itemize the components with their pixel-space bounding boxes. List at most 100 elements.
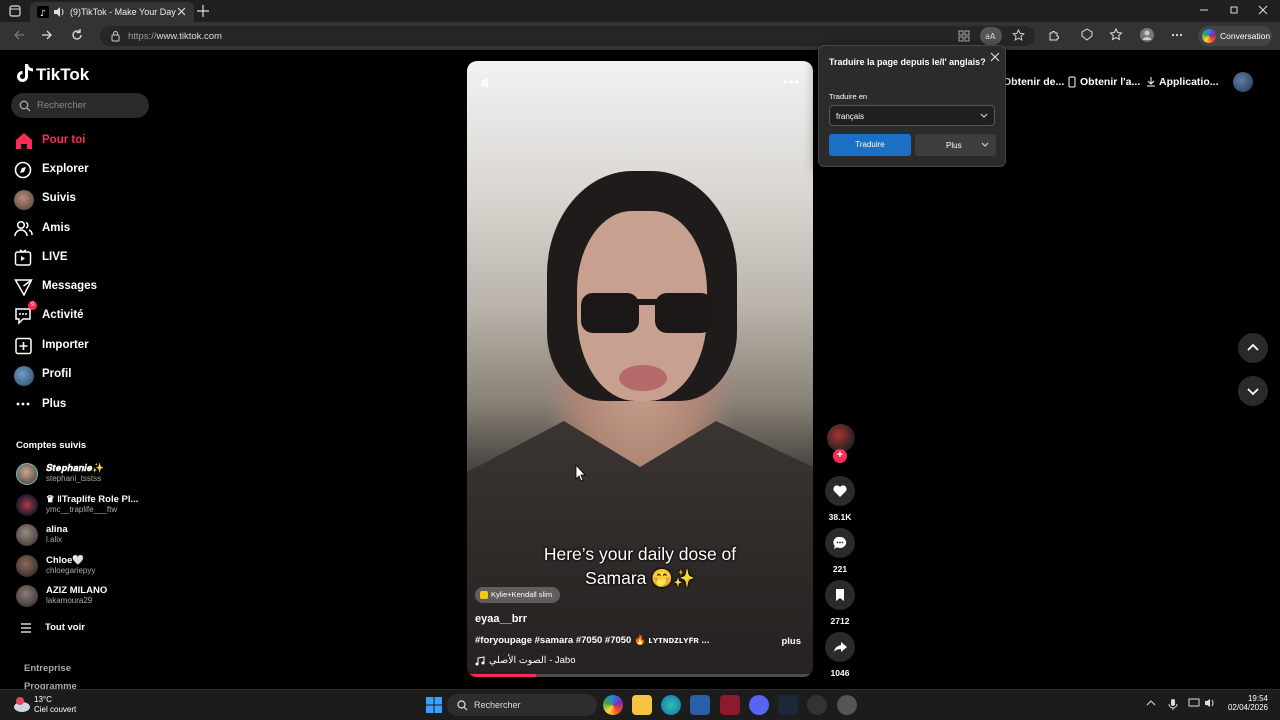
tiktok-logo-text[interactable]: TikTok — [36, 65, 89, 85]
copilot-conversation-button[interactable]: Conversation — [1198, 26, 1272, 46]
forward-icon[interactable] — [40, 28, 54, 42]
chevron-down-icon — [981, 142, 989, 147]
network-icon[interactable] — [1188, 698, 1200, 708]
refresh-icon[interactable] — [70, 28, 84, 42]
app-available-icon[interactable] — [958, 30, 970, 42]
video-progress-bar[interactable] — [467, 674, 813, 677]
list-icon — [21, 623, 31, 633]
steam-icon[interactable] — [778, 695, 798, 715]
volume-icon[interactable] — [1204, 698, 1216, 708]
language-select[interactable]: français — [829, 105, 995, 126]
account-avatar — [16, 494, 38, 516]
microphone-icon[interactable] — [1168, 698, 1178, 710]
maximize-icon[interactable] — [1228, 4, 1240, 16]
nav-profile[interactable]: Profil — [14, 363, 154, 387]
next-video-button[interactable] — [1238, 376, 1268, 406]
comment-button[interactable]: 221 — [825, 528, 855, 574]
search-input[interactable]: Rechercher — [11, 93, 149, 118]
address-bar-row: https://www.tiktok.com aA Conversation — [0, 22, 1280, 50]
cloud-icon — [14, 697, 30, 712]
account-avatar — [16, 524, 38, 546]
effect-tag[interactable]: Kylie+Kendall slim — [475, 587, 561, 603]
favorites-icon[interactable] — [1109, 28, 1123, 42]
browser-essentials-icon[interactable] — [1080, 28, 1094, 42]
taskbar-search[interactable]: Rechercher — [447, 694, 597, 716]
tiktok-logo-icon[interactable] — [16, 63, 34, 83]
nav-for-you[interactable]: Pour toi — [14, 129, 154, 153]
phone-icon — [1068, 76, 1076, 88]
get-app-link[interactable]: Obtenir l'a... — [1080, 76, 1140, 88]
description-more-link[interactable]: plus — [781, 636, 801, 647]
followed-account[interactable]: Chloe🤍 chloegariepyy — [16, 553, 156, 579]
chevron-up-icon[interactable] — [1146, 698, 1156, 708]
footer-company-link[interactable]: Entreprise — [24, 663, 71, 674]
nav-explore[interactable]: Explorer — [14, 158, 154, 182]
creator-avatar[interactable] — [827, 424, 855, 452]
tab-actions-icon[interactable] — [8, 4, 22, 18]
system-clock[interactable]: 19:54 02/04/2026 — [1224, 694, 1268, 712]
followed-account[interactable]: AZIZ MILANO lakamoura29 — [16, 583, 156, 609]
video-more-options-icon[interactable] — [783, 79, 799, 85]
lock-icon[interactable] — [110, 30, 121, 42]
follow-plus-button[interactable]: + — [833, 449, 847, 463]
profile-icon[interactable] — [1139, 27, 1155, 43]
followed-account[interactable]: alina l.alix — [16, 522, 156, 548]
minimize-icon[interactable] — [1198, 4, 1210, 16]
chevron-down-icon — [1247, 388, 1259, 396]
save-button[interactable]: 2712 — [825, 580, 855, 626]
translate-icon[interactable]: aA — [980, 27, 1002, 45]
previous-video-button[interactable] — [1238, 333, 1268, 363]
user-avatar[interactable] — [1233, 72, 1253, 92]
url-text: https://www.tiktok.com — [128, 31, 222, 42]
following-avatar — [14, 190, 34, 210]
back-icon[interactable] — [12, 28, 26, 42]
nav-live[interactable]: LIVE — [14, 246, 154, 270]
favorite-star-icon[interactable] — [1012, 29, 1025, 42]
desktop-app-link[interactable]: Applicatio... — [1159, 76, 1219, 88]
account-avatar — [16, 555, 38, 577]
settings-gear-icon[interactable] — [837, 695, 857, 715]
nav-messages[interactable]: Messages — [14, 275, 154, 299]
followed-account[interactable]: ♛ ‖Traplife Role Pl... ymc__traplife___f… — [16, 492, 156, 518]
effect-icon — [480, 591, 488, 599]
new-tab-icon[interactable] — [196, 4, 210, 18]
video-player[interactable]: Here’s your daily dose of Samara 🤭✨ Kyli… — [467, 61, 813, 677]
video-author[interactable]: eyaa__brr — [475, 613, 527, 625]
start-button[interactable] — [424, 695, 444, 715]
followed-account[interactable]: 𝑺𝒕𝒆𝒑𝒉𝒂𝒏𝒊𝒆✨ stephani_tsstss — [16, 461, 156, 487]
like-button[interactable]: 38.1K — [825, 476, 855, 522]
nav-friends[interactable]: Amis — [14, 217, 154, 241]
copilot-icon — [1202, 29, 1216, 43]
speaker-icon[interactable] — [53, 6, 65, 18]
edge-browser-icon[interactable] — [661, 695, 681, 715]
tiktok-favicon-icon: ♪ — [37, 6, 49, 18]
browser-tab-bar: ♪ (9)TikTok - Make Your Day — [0, 0, 1280, 22]
music-info[interactable]: الصوت الأصلي - Jabo — [475, 655, 576, 666]
app-icon[interactable] — [807, 695, 827, 715]
live-icon — [14, 249, 32, 266]
search-placeholder: Rechercher — [37, 100, 87, 111]
share-button[interactable]: 1046 — [825, 632, 855, 678]
extensions-icon[interactable] — [1047, 28, 1061, 42]
close-tab-icon[interactable] — [176, 6, 187, 17]
get-coins-link[interactable]: Obtenir de... — [1003, 76, 1064, 88]
app-a-icon[interactable] — [720, 695, 740, 715]
file-explorer-icon[interactable] — [632, 695, 652, 715]
store-icon[interactable] — [690, 695, 710, 715]
url-field[interactable]: https://www.tiktok.com aA — [100, 26, 1035, 46]
close-popup-icon[interactable] — [990, 52, 1000, 62]
close-window-icon[interactable] — [1257, 4, 1269, 16]
friends-icon — [14, 220, 33, 237]
nav-upload[interactable]: Importer — [14, 334, 154, 358]
more-options-button[interactable]: Plus — [915, 134, 996, 156]
nav-more[interactable]: Plus — [14, 393, 154, 417]
settings-more-icon[interactable] — [1170, 28, 1184, 42]
browser-tab[interactable]: ♪ (9)TikTok - Make Your Day — [30, 2, 194, 22]
nav-following[interactable]: Suivis — [14, 187, 154, 211]
discord-icon[interactable] — [749, 695, 769, 715]
search-icon — [19, 100, 31, 112]
mute-icon[interactable] — [479, 75, 495, 91]
nav-activity[interactable]: 9 Activité — [14, 301, 154, 328]
translate-button[interactable]: Traduire — [829, 134, 911, 156]
copilot-taskbar-icon[interactable] — [603, 695, 623, 715]
